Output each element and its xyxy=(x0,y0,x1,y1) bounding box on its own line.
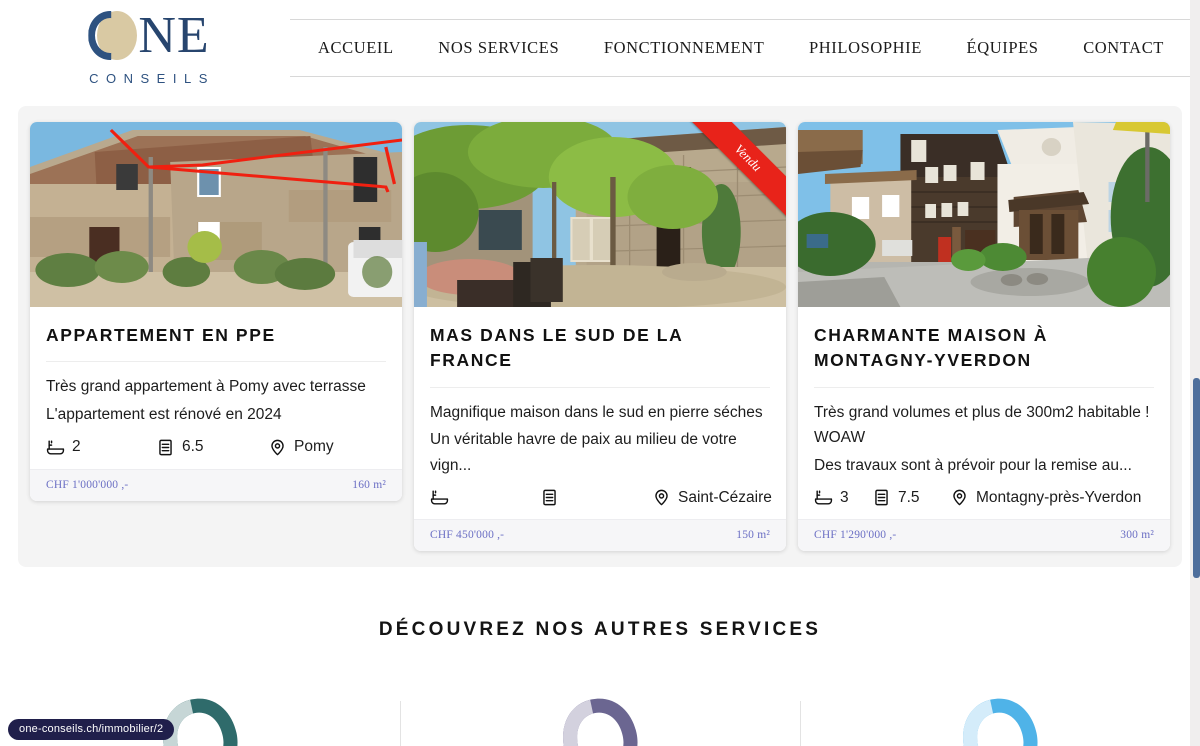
other-services-section: DÉCOUVREZ NOS AUTRES SERVICES xyxy=(0,619,1200,746)
page-scrollbar-thumb[interactable] xyxy=(1193,378,1200,578)
map-pin-icon xyxy=(268,438,287,457)
property-price: CHF 450'000 ,- xyxy=(430,529,504,541)
nav-item-philosophie[interactable]: PHILOSOPHIE xyxy=(809,38,922,58)
card-divider xyxy=(430,387,770,388)
spec-rooms: 6.5 xyxy=(156,438,268,457)
bathtub-icon xyxy=(814,488,833,507)
spec-location: Pomy xyxy=(268,438,386,457)
property-surface: 160 m² xyxy=(352,479,386,491)
spec-rooms xyxy=(540,488,652,507)
spec-bathrooms: 2 xyxy=(46,438,156,457)
property-card-footer: CHF 1'290'000 ,- 300 m² xyxy=(798,519,1170,551)
property-description-line-2: Des travaux sont à prévoir pour la remis… xyxy=(814,453,1154,479)
logo-o-glyph-icon xyxy=(88,10,140,62)
service-mark-blue-icon xyxy=(956,695,1044,746)
spec-bathrooms: 3 xyxy=(814,488,872,507)
nav-item-accueil[interactable]: ACCUEIL xyxy=(318,38,394,58)
property-specs: Saint-Cézaire xyxy=(430,488,770,507)
nav-item-nos-services[interactable]: NOS SERVICES xyxy=(438,38,559,58)
building-beige-annotated-image xyxy=(30,122,402,307)
property-description-line-1: Très grand appartement à Pomy avec terra… xyxy=(46,374,386,400)
status-bar-url: one-conseils.ch/immobilier/2 xyxy=(8,719,174,740)
services-section-title: DÉCOUVREZ NOS AUTRES SERVICES xyxy=(0,619,1200,641)
spec-rooms: 7.5 xyxy=(872,488,950,507)
property-card-body: MAS DANS LE SUD DE LA FRANCE Magnifique … xyxy=(414,307,786,519)
service-mark-purple-icon xyxy=(556,695,644,746)
property-description-line-2: L'appartement est rénové en 2024 xyxy=(46,402,386,428)
bathtub-icon xyxy=(430,488,449,507)
spec-location-value: Montagny-près-Yverdon xyxy=(976,489,1141,507)
property-card-footer: CHF 450'000 ,- 150 m² xyxy=(414,519,786,551)
spec-location-value: Saint-Cézaire xyxy=(678,489,772,507)
property-card[interactable]: APPARTEMENT EN PPE Très grand appartemen… xyxy=(30,122,402,501)
spec-rooms-value: 6.5 xyxy=(182,438,204,456)
spec-location-value: Pomy xyxy=(294,438,334,456)
stone-house-terrace-image xyxy=(414,122,786,307)
nav-item-fonctionnement[interactable]: FONCTIONNEMENT xyxy=(604,38,765,58)
nav-item-equipes[interactable]: ÉQUIPES xyxy=(967,38,1039,58)
page-scrollbar-track[interactable] xyxy=(1190,0,1200,746)
property-description-line-1: Très grand volumes et plus de 300m2 habi… xyxy=(814,400,1154,451)
property-card-footer: CHF 1'000'000 ,- 160 m² xyxy=(30,469,402,501)
building-icon xyxy=(156,438,175,457)
card-divider xyxy=(814,387,1154,388)
property-card-body: CHARMANTE MAISON À MONTAGNY-YVERDON Très… xyxy=(798,307,1170,519)
property-surface: 150 m² xyxy=(736,529,770,541)
map-pin-icon xyxy=(652,488,671,507)
map-pin-icon xyxy=(950,488,969,507)
service-item-purple[interactable] xyxy=(400,695,800,746)
building-icon xyxy=(872,488,891,507)
property-surface: 300 m² xyxy=(1120,529,1154,541)
property-description-line-2: Un véritable havre de paix au milieu de … xyxy=(430,427,770,478)
nav-item-contact[interactable]: CONTACT xyxy=(1083,38,1164,58)
property-card[interactable]: Vendu MAS DANS LE SUD DE LA FRANCE Magni… xyxy=(414,122,786,551)
spec-bathrooms-value: 3 xyxy=(840,489,849,507)
logo-subtitle: CONSEILS xyxy=(89,71,215,86)
building-icon xyxy=(540,488,559,507)
property-card-body: APPARTEMENT EN PPE Très grand appartemen… xyxy=(30,307,402,469)
village-street-chalets-image xyxy=(798,122,1170,307)
service-item-blue[interactable] xyxy=(800,695,1200,746)
spec-bathrooms-value: 2 xyxy=(72,438,81,456)
property-title: CHARMANTE MAISON À MONTAGNY-YVERDON xyxy=(814,323,1154,374)
logo-wordmark: NE xyxy=(88,10,209,62)
logo-ne-letters: NE xyxy=(138,10,209,62)
bathtub-icon xyxy=(46,438,65,457)
property-title: MAS DANS LE SUD DE LA FRANCE xyxy=(430,323,770,374)
main-navigation: ACCUEIL NOS SERVICES FONCTIONNEMENT PHIL… xyxy=(290,19,1200,77)
property-description-line-1: Magnifique maison dans le sud en pierre … xyxy=(430,400,770,426)
spec-bathrooms xyxy=(430,488,540,507)
property-price: CHF 1'000'000 ,- xyxy=(46,479,128,491)
site-logo[interactable]: NE CONSEILS xyxy=(0,10,290,86)
property-listing-section: APPARTEMENT EN PPE Très grand appartemen… xyxy=(18,106,1182,567)
spec-location: Montagny-près-Yverdon xyxy=(950,488,1154,507)
nav-bar: ACCUEIL NOS SERVICES FONCTIONNEMENT PHIL… xyxy=(290,19,1192,77)
site-header: NE CONSEILS ACCUEIL NOS SERVICES FONCTIO… xyxy=(0,0,1200,96)
property-card[interactable]: CHARMANTE MAISON À MONTAGNY-YVERDON Très… xyxy=(798,122,1170,551)
property-photo[interactable] xyxy=(798,122,1170,307)
property-specs: 2 6.5 Pomy xyxy=(46,438,386,457)
property-price: CHF 1'290'000 ,- xyxy=(814,529,896,541)
property-photo[interactable]: Vendu xyxy=(414,122,786,307)
services-row xyxy=(0,695,1200,746)
property-title: APPARTEMENT EN PPE xyxy=(46,323,386,348)
property-specs: 3 7.5 Montagny-près-Yverdon xyxy=(814,488,1154,507)
spec-location: Saint-Cézaire xyxy=(652,488,770,507)
spec-rooms-value: 7.5 xyxy=(898,489,920,507)
property-photo[interactable] xyxy=(30,122,402,307)
card-divider xyxy=(46,361,386,362)
